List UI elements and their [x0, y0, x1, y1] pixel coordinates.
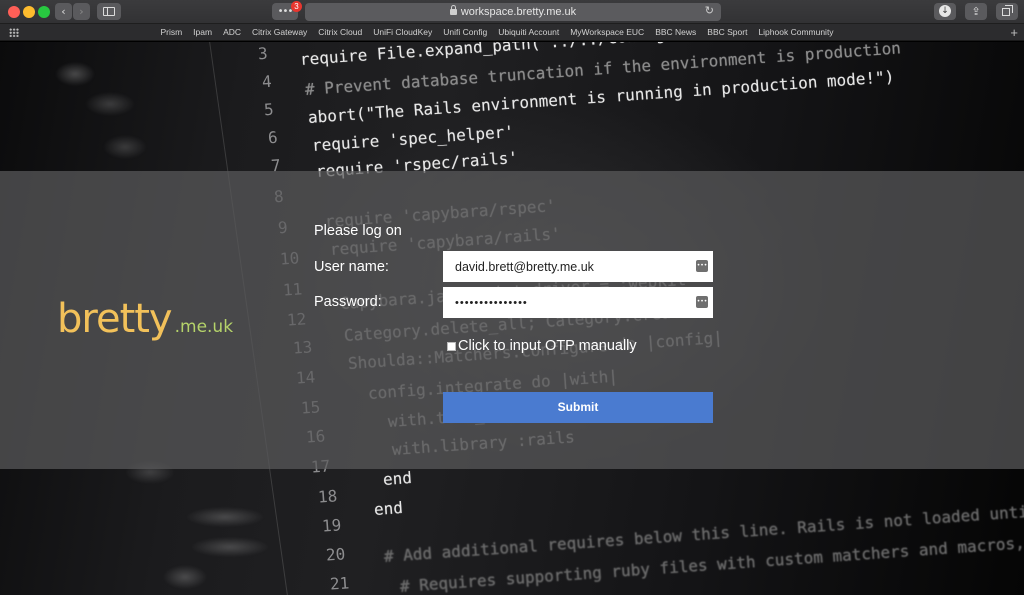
favorites-bar: Prism Ipam ADC Citrix Gateway Citrix Cloud Un…: [0, 24, 1024, 41]
favorite-link[interactable]: Unifi Config: [443, 24, 487, 41]
browser-toolbar: ‹ › ••• 3 workspace.bretty.me.uk ↻ ↓ ⇪: [0, 0, 1024, 24]
code-line: end: [373, 498, 404, 519]
favorites-list: Prism Ipam ADC Citrix Gateway Citrix Cloud Un…: [0, 24, 994, 41]
login-heading: Please log on: [314, 223, 402, 239]
code-line-number: 5: [263, 99, 275, 120]
share-button[interactable]: ⇪: [965, 3, 987, 20]
favorite-link[interactable]: MyWorkspace EUC: [570, 24, 644, 41]
zoom-window-button[interactable]: [38, 6, 50, 18]
favorite-link[interactable]: BBC Sport: [707, 24, 747, 41]
favorite-link[interactable]: Liphook Community: [758, 24, 833, 41]
chevron-left-icon: ‹: [61, 5, 66, 18]
extension-badge: 3: [291, 1, 302, 12]
username-label: User name:: [314, 259, 389, 275]
favorite-link[interactable]: Ubiquiti Account: [498, 24, 559, 41]
otp-label: Click to input OTP manually: [458, 338, 637, 354]
tab-overview-button[interactable]: [996, 3, 1018, 20]
minimize-window-button[interactable]: [23, 6, 35, 18]
reload-icon[interactable]: ↻: [705, 4, 714, 17]
favorite-link[interactable]: ADC: [223, 24, 241, 41]
sidebar-icon: [103, 7, 115, 16]
password-label: Password:: [314, 294, 382, 310]
downloads-button[interactable]: ↓: [934, 3, 956, 20]
code-line-number: 20: [325, 544, 346, 565]
chevron-right-icon: ›: [79, 5, 84, 18]
password-input[interactable]: [443, 287, 713, 318]
sidebar-toggle-button[interactable]: [97, 3, 121, 20]
otp-checkbox[interactable]: [447, 341, 456, 351]
submit-button[interactable]: Submit: [443, 392, 713, 423]
download-icon: ↓: [939, 5, 951, 17]
lock-icon: [449, 5, 457, 15]
password-manager-icon[interactable]: •••: [696, 296, 708, 308]
url-text: workspace.bretty.me.uk: [460, 6, 577, 18]
favorite-link[interactable]: UniFi CloudKey: [373, 24, 432, 41]
favorite-link[interactable]: Citrix Gateway: [252, 24, 307, 41]
password-manager-icon[interactable]: •••: [696, 260, 708, 272]
username-input[interactable]: [443, 251, 713, 282]
favorite-link[interactable]: BBC News: [655, 24, 696, 41]
code-line-number: 3: [257, 43, 269, 64]
favorite-link[interactable]: Ipam: [193, 24, 212, 41]
favorite-link[interactable]: Citrix Cloud: [318, 24, 362, 41]
share-icon: ⇪: [971, 5, 981, 18]
code-line-number: 6: [267, 127, 279, 148]
code-line-number: 4: [261, 71, 273, 92]
bretty-logo: bretty .me.uk: [57, 296, 234, 342]
address-bar[interactable]: workspace.bretty.me.uk ↻: [305, 3, 721, 21]
login-page: 3456789101112131415161718192021require F…: [0, 42, 1024, 595]
favorite-link[interactable]: Prism: [160, 24, 182, 41]
otp-option[interactable]: Click to input OTP manually: [447, 338, 637, 354]
plus-icon[interactable]: +: [1010, 24, 1018, 41]
close-window-button[interactable]: [8, 6, 20, 18]
code-line: end: [382, 468, 413, 489]
code-line-number: 21: [329, 573, 350, 594]
back-button[interactable]: ‹: [55, 3, 72, 20]
forward-button[interactable]: ›: [73, 3, 90, 20]
code-line-number: 19: [321, 515, 342, 536]
code-line-number: 18: [317, 486, 338, 507]
